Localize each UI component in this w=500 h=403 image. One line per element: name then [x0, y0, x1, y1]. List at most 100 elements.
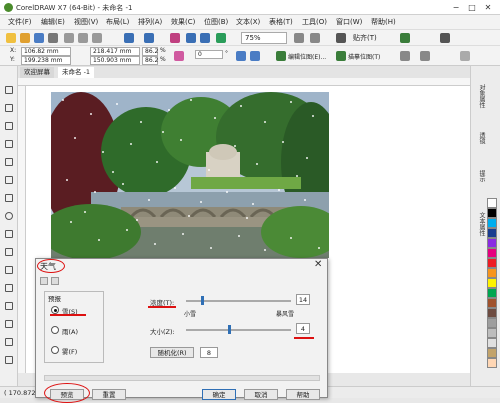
menu-table[interactable]: 表格(T) [269, 17, 293, 27]
palette-swatch[interactable] [487, 308, 497, 318]
reset-button[interactable]: 重置 [92, 389, 126, 400]
y-position-field[interactable]: 199.238 mm [21, 56, 71, 65]
snap-to-dropdown[interactable]: 贴齐(T) [353, 33, 377, 43]
paste-icon[interactable] [92, 33, 102, 43]
palette-swatch[interactable] [487, 278, 497, 288]
app-launcher-icon[interactable] [216, 33, 226, 43]
density-value-field[interactable]: 14 [296, 294, 310, 305]
palette-swatch[interactable] [487, 338, 497, 348]
palette-swatch[interactable] [487, 328, 497, 338]
snap-icon[interactable] [336, 33, 346, 43]
preview-toggle-icon[interactable] [40, 277, 48, 285]
export-icon[interactable] [200, 33, 210, 43]
help-button[interactable]: 帮助 [286, 389, 320, 400]
tab-untitled[interactable]: 未命名 -1 [58, 67, 95, 78]
ellipse-tool-icon[interactable] [5, 212, 13, 220]
menu-tools[interactable]: 工具(O) [302, 17, 327, 27]
palette-swatch[interactable] [487, 218, 497, 228]
resample-icon[interactable] [420, 51, 430, 61]
radio-rain-label[interactable]: 雨(A) [62, 326, 78, 336]
rectangle-tool-icon[interactable] [5, 194, 13, 202]
lock-ratio-icon[interactable] [174, 51, 184, 61]
mirror-vertical-icon[interactable] [250, 51, 260, 61]
options-icon[interactable] [400, 33, 410, 43]
palette-swatch[interactable] [487, 228, 497, 238]
connector-tool-icon[interactable] [5, 284, 13, 292]
crop-tool-icon[interactable] [5, 122, 13, 130]
randomize-button[interactable]: 随机化(R) [150, 347, 194, 358]
height-field[interactable]: 150.903 mm [90, 56, 140, 65]
eyedropper-icon[interactable] [5, 338, 13, 346]
docker-tab-text-properties[interactable]: 文本属性 [474, 212, 486, 236]
bitmap-image[interactable] [51, 92, 329, 258]
edit-bitmap-button[interactable]: 编辑位图(E)... [288, 52, 326, 61]
rotation-angle-field[interactable]: 0 [195, 50, 223, 59]
palette-swatch[interactable] [487, 208, 497, 218]
zoom-tool-icon[interactable] [5, 140, 13, 148]
palette-swatch[interactable] [487, 318, 497, 328]
open-icon[interactable] [20, 33, 30, 43]
menu-file[interactable]: 文件(F) [8, 17, 32, 27]
search-content-icon[interactable] [170, 33, 180, 43]
mirror-horizontal-icon[interactable] [236, 51, 246, 61]
shape-tool-icon[interactable] [5, 104, 13, 112]
palette-swatch[interactable] [487, 298, 497, 308]
palette-swatch[interactable] [487, 258, 497, 268]
menu-edit[interactable]: 编辑(E) [41, 17, 65, 27]
artistic-media-icon[interactable] [5, 176, 13, 184]
import-icon[interactable] [186, 33, 196, 43]
menu-layout[interactable]: 布局(L) [106, 17, 129, 27]
menu-view[interactable]: 视图(V) [74, 17, 98, 27]
transparency-tool-icon[interactable] [5, 320, 13, 328]
palette-swatch[interactable] [487, 248, 497, 258]
radio-rain[interactable] [51, 326, 59, 334]
menu-effects[interactable]: 效果(C) [171, 17, 195, 27]
close-button[interactable]: ✕ [482, 2, 494, 13]
vertical-ruler[interactable] [18, 86, 26, 373]
ok-button[interactable]: 确定 [202, 389, 236, 400]
pick-tool-icon[interactable] [5, 86, 13, 94]
split-preview-icon[interactable] [51, 277, 59, 285]
launch-icon[interactable] [440, 33, 450, 43]
undo-icon[interactable] [124, 33, 134, 43]
print-icon[interactable] [48, 33, 58, 43]
density-slider-thumb[interactable] [200, 296, 204, 305]
new-document-icon[interactable] [6, 33, 16, 43]
maximize-button[interactable]: □ [466, 2, 478, 13]
polygon-tool-icon[interactable] [5, 230, 13, 238]
trace-bitmap-icon[interactable] [336, 51, 346, 61]
palette-swatch[interactable] [487, 348, 497, 358]
menu-text[interactable]: 文本(X) [236, 17, 260, 27]
menu-arrange[interactable]: 排列(A) [138, 17, 162, 27]
save-icon[interactable] [34, 33, 44, 43]
copy-icon[interactable] [78, 33, 88, 43]
menu-help[interactable]: 帮助(H) [371, 17, 396, 27]
palette-swatch[interactable] [487, 198, 497, 208]
cancel-button[interactable]: 取消 [244, 389, 278, 400]
fill-tool-icon[interactable] [5, 356, 13, 364]
freehand-tool-icon[interactable] [5, 158, 13, 166]
trace-bitmap-button[interactable]: 描摹位图(T) [348, 52, 380, 61]
menu-window[interactable]: 窗口(W) [336, 17, 362, 27]
menu-bitmaps[interactable]: 位图(B) [204, 17, 228, 27]
rulers-icon[interactable] [310, 33, 320, 43]
size-slider-thumb[interactable] [228, 325, 231, 334]
minimize-button[interactable]: − [450, 2, 462, 13]
size-value-field[interactable]: 4 [296, 323, 310, 334]
docker-tab-lens[interactable]: 透镜 [474, 132, 486, 144]
tab-welcome[interactable]: 欢迎屏幕 [20, 67, 54, 78]
palette-swatch[interactable] [487, 358, 497, 368]
redo-icon[interactable] [144, 33, 154, 43]
scale-width-field[interactable]: 86.2 [142, 47, 158, 56]
text-tool-icon[interactable] [5, 248, 13, 256]
crop-icon[interactable] [400, 51, 410, 61]
add-icon[interactable] [460, 51, 470, 61]
radio-fog[interactable] [51, 346, 59, 354]
edit-bitmap-icon[interactable] [276, 51, 286, 61]
drop-shadow-icon[interactable] [5, 302, 13, 310]
cut-icon[interactable] [64, 33, 74, 43]
full-screen-icon[interactable] [294, 33, 304, 43]
palette-swatch[interactable] [487, 238, 497, 248]
palette-swatch[interactable] [487, 268, 497, 278]
dialog-close-button[interactable]: ✕ [314, 259, 322, 270]
